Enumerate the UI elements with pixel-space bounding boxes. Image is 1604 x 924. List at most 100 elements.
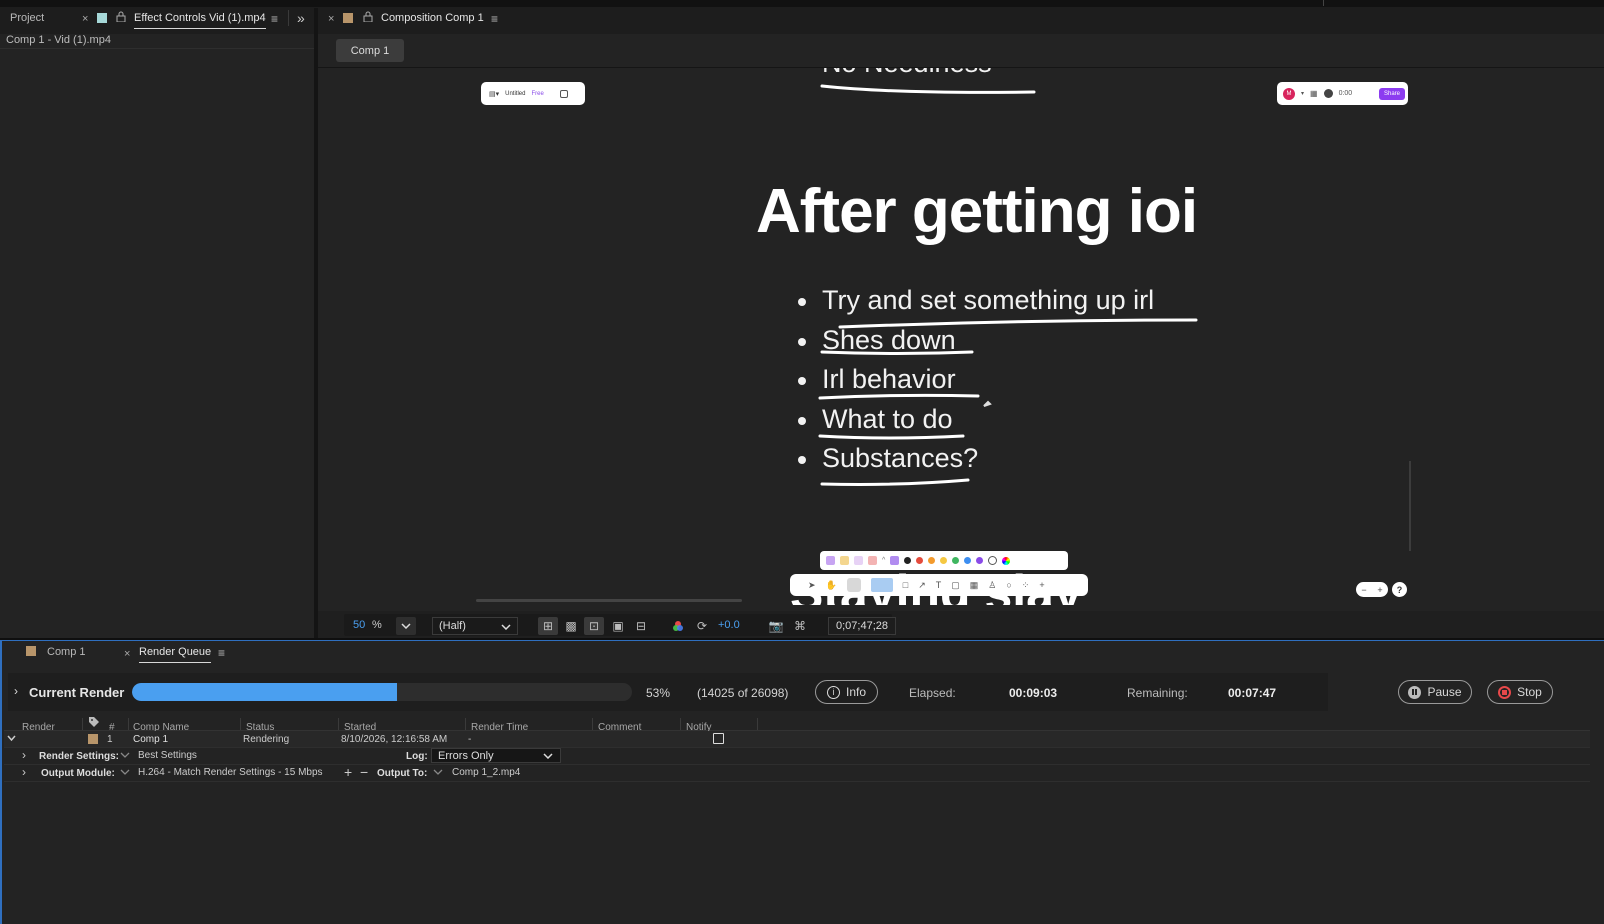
comp-button[interactable]: Comp 1 bbox=[336, 39, 404, 62]
cursor-icon[interactable]: ➤ bbox=[808, 580, 816, 591]
notify-checkbox[interactable] bbox=[713, 733, 724, 744]
expand-panels-icon[interactable]: » bbox=[297, 10, 305, 26]
chevron-right-icon[interactable]: › bbox=[14, 684, 18, 698]
remove-output-icon[interactable]: − bbox=[360, 764, 368, 780]
pen-tool-icon[interactable] bbox=[846, 578, 861, 592]
pause-button[interactable]: Pause bbox=[1398, 680, 1472, 704]
comment-icon[interactable]: ○ bbox=[1006, 580, 1011, 590]
label-color-swatch[interactable] bbox=[26, 646, 36, 656]
output-to-value[interactable]: Comp 1_2.mp4 bbox=[452, 767, 520, 778]
label-color-swatch[interactable] bbox=[97, 13, 107, 23]
channel-icon[interactable] bbox=[668, 617, 688, 635]
remaining-value: 00:07:47 bbox=[1228, 686, 1277, 700]
elapsed-label: Elapsed: bbox=[909, 686, 956, 700]
eraser-icon[interactable] bbox=[868, 556, 877, 565]
output-to-chevron-icon[interactable] bbox=[433, 767, 443, 779]
grid-guides-icon[interactable]: ⊟ bbox=[631, 617, 651, 635]
zoom-out-icon[interactable]: − bbox=[1361, 585, 1366, 595]
tab-project[interactable]: Project bbox=[10, 12, 44, 24]
color-black[interactable] bbox=[904, 557, 912, 564]
fast-previews-icon[interactable]: ⊞ bbox=[538, 617, 558, 635]
close-icon[interactable]: × bbox=[82, 13, 88, 25]
close-icon[interactable]: × bbox=[328, 13, 334, 25]
tab-composition[interactable]: Composition Comp 1 bbox=[381, 12, 484, 24]
mask-visibility-icon[interactable]: ⊡ bbox=[584, 617, 604, 635]
panel-menu-icon[interactable]: ≡ bbox=[491, 12, 498, 26]
zoom-in-icon[interactable]: + bbox=[1377, 585, 1382, 595]
sticky-note-icon[interactable] bbox=[870, 578, 893, 592]
zoom-value[interactable]: 50 bbox=[353, 619, 365, 631]
timecode[interactable]: 0;07;47;28 bbox=[828, 617, 896, 635]
shape-icon[interactable]: □ bbox=[903, 580, 908, 590]
more-tools-icon[interactable]: ⁘ bbox=[1022, 580, 1030, 591]
chevron-right-icon[interactable]: › bbox=[22, 765, 26, 779]
render-settings-value[interactable]: Best Settings bbox=[138, 750, 197, 761]
exposure-value[interactable]: +0.0 bbox=[718, 619, 740, 631]
stamp-icon[interactable]: ♙ bbox=[988, 580, 996, 591]
item-comp-name[interactable]: Comp 1 bbox=[133, 734, 168, 745]
brush-icon[interactable] bbox=[890, 556, 900, 565]
panel-menu-icon[interactable]: ≡ bbox=[271, 12, 278, 26]
marker-icon[interactable] bbox=[854, 556, 863, 565]
label-color-swatch[interactable] bbox=[88, 734, 98, 744]
output-module-value[interactable]: H.264 - Match Render Settings - 15 Mbps bbox=[138, 767, 323, 778]
snapshot-camera-icon[interactable]: 📷 bbox=[766, 617, 786, 635]
item-status: Rendering bbox=[243, 734, 290, 745]
zoom-controls: − + bbox=[1356, 582, 1388, 597]
transparency-grid-icon[interactable]: ▩ bbox=[561, 617, 581, 635]
render-settings-label: Render Settings: bbox=[39, 751, 120, 762]
tag-icon[interactable] bbox=[88, 716, 100, 731]
show-snapshot-icon[interactable]: ⌘ bbox=[790, 617, 810, 635]
pause-icon bbox=[1408, 685, 1422, 699]
pause-label: Pause bbox=[1427, 685, 1462, 699]
reset-exposure-icon[interactable]: ⟳ bbox=[692, 617, 712, 635]
help-icon[interactable]: ? bbox=[1392, 582, 1407, 597]
table-icon[interactable]: ▦ bbox=[970, 580, 979, 591]
stop-button[interactable]: Stop bbox=[1487, 680, 1553, 704]
horizontal-scrollbar[interactable] bbox=[476, 599, 742, 602]
label-color-swatch[interactable] bbox=[343, 13, 353, 23]
chevron-right-icon[interactable]: › bbox=[22, 748, 26, 762]
resolution-dropdown[interactable]: (Half) bbox=[432, 617, 518, 635]
color-red[interactable] bbox=[916, 557, 924, 564]
connector-icon[interactable]: ↗ bbox=[918, 580, 926, 591]
elapsed-value: 00:09:03 bbox=[1009, 686, 1058, 700]
info-label: Info bbox=[845, 685, 866, 699]
log-dropdown[interactable]: Errors Only bbox=[431, 748, 561, 763]
pen-icon[interactable] bbox=[826, 556, 835, 565]
current-render-label: Current Render bbox=[29, 685, 125, 700]
vertical-scrollbar[interactable] bbox=[1409, 461, 1411, 551]
stop-icon bbox=[1498, 685, 1512, 699]
tab-comp[interactable]: Comp 1 bbox=[47, 646, 86, 658]
output-to-label: Output To: bbox=[377, 768, 428, 779]
viewer[interactable]: No Neediness ▤▾ Untitled Free M ▾ ▦ 0:00… bbox=[318, 68, 1568, 605]
render-settings-chevron-icon[interactable] bbox=[120, 750, 130, 762]
chevron-up-icon[interactable]: ^ bbox=[882, 557, 885, 564]
color-white[interactable] bbox=[988, 556, 998, 565]
info-button[interactable]: i Info bbox=[815, 680, 878, 704]
color-green[interactable] bbox=[952, 557, 960, 564]
highlighter-icon[interactable] bbox=[840, 556, 849, 565]
tab-render-queue[interactable]: Render Queue bbox=[139, 646, 212, 663]
lock-icon[interactable] bbox=[116, 11, 126, 25]
color-wheel[interactable] bbox=[1002, 556, 1011, 565]
frame-icon[interactable]: ▢ bbox=[951, 580, 960, 591]
zoom-dropdown-chevron-icon[interactable] bbox=[396, 617, 416, 635]
color-purple[interactable] bbox=[976, 557, 984, 564]
add-output-icon[interactable]: + bbox=[344, 764, 352, 780]
tab-effect-controls[interactable]: Effect Controls Vid (1).mp4 bbox=[134, 12, 266, 29]
close-icon[interactable]: × bbox=[124, 648, 130, 660]
hand-icon[interactable]: ✋ bbox=[826, 580, 837, 591]
render-item-row[interactable] bbox=[4, 731, 1590, 748]
text-icon[interactable]: T bbox=[936, 580, 942, 590]
add-icon[interactable]: + bbox=[1039, 580, 1044, 590]
region-of-interest-icon[interactable]: ▣ bbox=[608, 617, 628, 635]
color-orange[interactable] bbox=[928, 557, 936, 564]
panel-menu-icon[interactable]: ≡ bbox=[218, 646, 225, 660]
chevron-down-icon[interactable] bbox=[7, 733, 16, 745]
output-module-chevron-icon[interactable] bbox=[120, 767, 130, 779]
lock-icon[interactable] bbox=[363, 11, 373, 25]
stop-label: Stop bbox=[1517, 685, 1542, 699]
color-yellow[interactable] bbox=[940, 557, 948, 564]
color-blue[interactable] bbox=[964, 557, 972, 564]
